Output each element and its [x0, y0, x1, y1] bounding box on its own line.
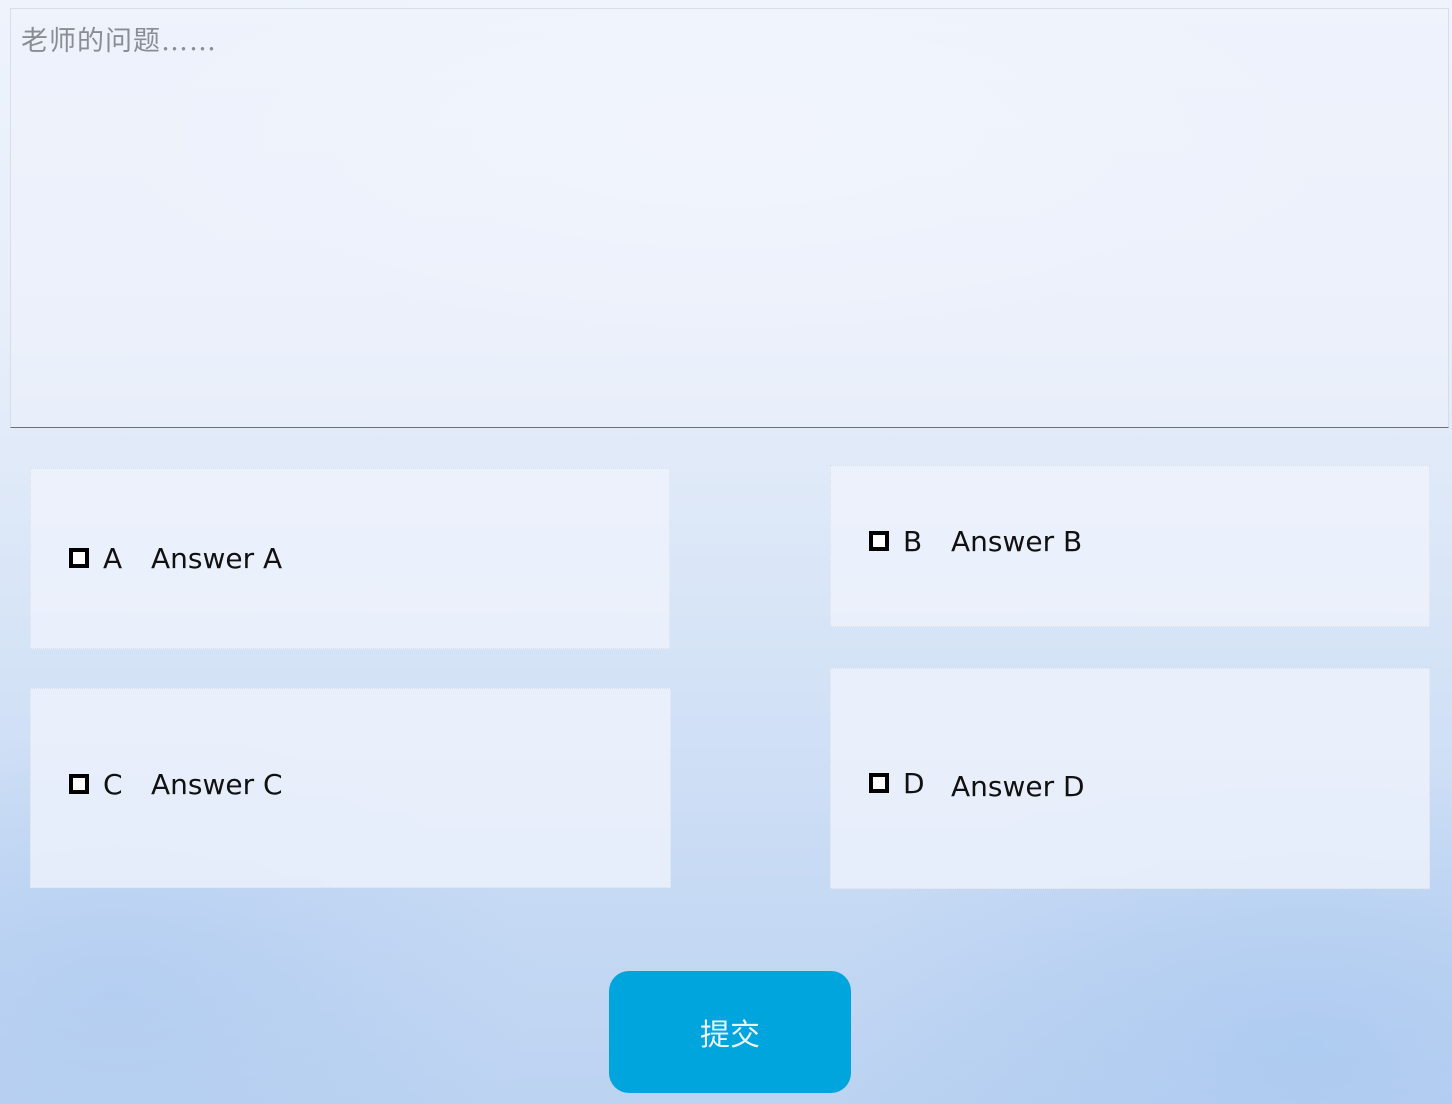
option-card-c[interactable]: C Answer C: [30, 688, 671, 888]
option-d-checkbox[interactable]: [869, 773, 889, 793]
option-a-checkbox[interactable]: [69, 548, 89, 568]
option-d-letter: D: [903, 767, 925, 800]
option-card-d[interactable]: D Answer D: [830, 668, 1430, 889]
option-d-answer: Answer D: [951, 770, 1085, 803]
option-a-answer: Answer A: [151, 542, 283, 575]
option-c-checkbox[interactable]: [69, 774, 89, 794]
option-card-b[interactable]: B Answer B: [830, 465, 1430, 627]
option-b-letter: B: [903, 525, 923, 558]
option-c-answer: Answer C: [151, 768, 283, 801]
submit-button[interactable]: 提交: [609, 971, 851, 1093]
option-c-letter: C: [103, 768, 123, 801]
question-text-area[interactable]: 老师的问题……: [10, 8, 1449, 428]
option-b-answer: Answer B: [951, 525, 1083, 558]
question-text: 老师的问题……: [21, 26, 217, 57]
option-b-checkbox[interactable]: [869, 531, 889, 551]
option-a-letter: A: [103, 542, 123, 575]
option-card-a[interactable]: A Answer A: [30, 468, 670, 649]
